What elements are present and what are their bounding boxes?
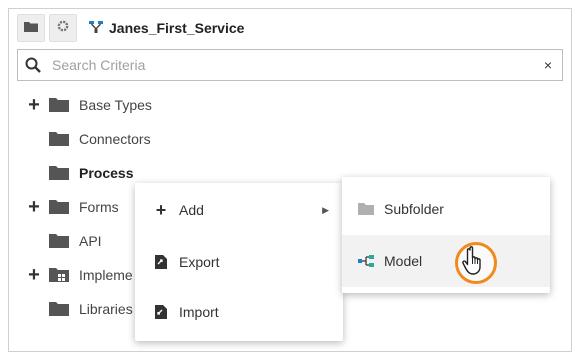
settings-button[interactable] — [49, 14, 77, 42]
tree-item-label: API — [79, 233, 102, 249]
menu-item-import[interactable]: Import — [135, 287, 343, 337]
expand-icon[interactable]: + — [27, 95, 41, 115]
search-icon — [18, 57, 48, 73]
folder-icon — [24, 19, 38, 37]
tree-item-label: Impleme — [79, 267, 133, 283]
tree-item-process[interactable]: Process — [9, 156, 133, 190]
service-name: Janes_First_Service — [109, 20, 245, 36]
service-title: Janes_First_Service — [89, 20, 244, 36]
menu-item-label: Add — [179, 202, 204, 218]
tree-item-label: Base Types — [79, 97, 152, 113]
context-menu: + Add ▶ Export Import — [135, 183, 343, 341]
folder-view-button[interactable] — [17, 14, 45, 42]
tree-item-forms[interactable]: + Forms — [9, 190, 119, 224]
expand-icon[interactable]: + — [27, 197, 41, 217]
folder-icon — [49, 234, 69, 248]
menu-item-label: Import — [179, 304, 219, 320]
tree-item-label: Connectors — [79, 131, 151, 147]
menu-item-add[interactable]: + Add ▶ — [135, 183, 343, 237]
tree-item-implementation[interactable]: + Impleme — [9, 258, 133, 292]
tree-item-label: Libraries — [79, 301, 133, 317]
package-folder-icon — [49, 268, 69, 282]
add-submenu: Subfolder Model — [342, 177, 550, 293]
menu-item-export[interactable]: Export — [135, 237, 343, 287]
folder-icon — [358, 203, 374, 215]
menu-item-label: Model — [384, 253, 423, 269]
tree-item-libraries[interactable]: Libraries — [9, 292, 133, 326]
tree-item-api[interactable]: API — [9, 224, 102, 258]
import-file-icon — [153, 305, 169, 319]
folder-icon — [49, 200, 69, 214]
tree-item-label: Process — [79, 165, 134, 181]
menu-item-label: Export — [179, 254, 220, 270]
search-box: × — [17, 49, 563, 81]
toolbar: Janes_First_Service — [9, 9, 571, 47]
tree-item-base-types[interactable]: + Base Types — [9, 88, 152, 122]
plus-icon: + — [155, 199, 167, 220]
submenu-item-subfolder[interactable]: Subfolder — [342, 183, 550, 235]
submenu-item-model[interactable]: Model — [342, 235, 550, 287]
tree-item-label: Forms — [79, 199, 119, 215]
search-input[interactable] — [48, 51, 534, 79]
export-file-icon — [153, 255, 169, 269]
expand-icon[interactable]: + — [27, 265, 41, 285]
caret-right-icon: ▶ — [322, 204, 329, 215]
folder-icon — [49, 132, 69, 146]
folder-icon — [49, 98, 69, 112]
folder-icon — [49, 166, 69, 180]
clear-search-icon[interactable]: × — [534, 57, 562, 73]
hand-cursor-icon — [462, 246, 486, 281]
tree-item-connectors[interactable]: Connectors — [9, 122, 151, 156]
gear-icon — [56, 19, 70, 38]
folder-icon — [49, 302, 69, 316]
menu-item-label: Subfolder — [384, 201, 444, 217]
service-icon — [89, 20, 109, 36]
model-icon — [358, 255, 374, 267]
